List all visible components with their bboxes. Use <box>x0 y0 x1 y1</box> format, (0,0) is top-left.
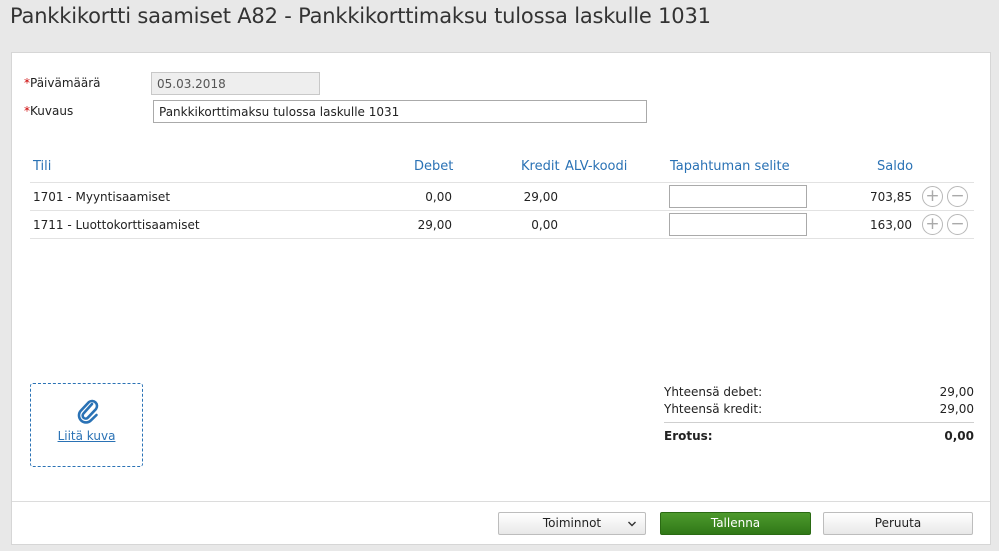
description-field[interactable] <box>153 100 647 123</box>
attach-image-dropzone[interactable]: Liitä kuva <box>30 383 143 467</box>
total-credit-label: Yhteensä kredit: <box>664 402 763 416</box>
credit-cell[interactable]: 0,00 <box>498 218 558 232</box>
remove-row-button[interactable]: − <box>947 214 968 235</box>
debit-cell[interactable]: 0,00 <box>392 190 452 204</box>
balance-cell: 703,85 <box>870 190 912 204</box>
save-button[interactable]: Tallenna <box>660 512 811 535</box>
credit-cell[interactable]: 29,00 <box>498 190 558 204</box>
action-bar: Toiminnot Tallenna Peruuta <box>12 501 990 544</box>
difference-value: 0,00 <box>944 429 974 443</box>
header-credit[interactable]: Kredit <box>521 159 560 174</box>
totals-summary: Yhteensä debet: 29,00 Yhteensä kredit: 2… <box>664 383 974 444</box>
difference-label: Erotus: <box>664 429 713 443</box>
remove-row-button[interactable]: − <box>947 186 968 207</box>
cancel-button[interactable]: Peruuta <box>823 512 973 535</box>
total-debit-label: Yhteensä debet: <box>664 385 763 399</box>
explanation-input[interactable] <box>669 213 807 236</box>
header-vat-code[interactable]: ALV-koodi <box>565 159 627 174</box>
account-cell[interactable]: 1701 - Myyntisaamiset <box>33 190 170 204</box>
paperclip-icon <box>77 399 99 424</box>
page-title: Pankkikortti saamiset A82 - Pankkikortti… <box>10 4 711 28</box>
date-field[interactable] <box>151 72 320 95</box>
grid-header: Tili Debet Kredit ALV-koodi Tapahtuman s… <box>30 147 974 183</box>
date-label-text: Päivämäärä <box>30 76 101 90</box>
description-row: *Kuvaus <box>24 100 664 123</box>
chevron-down-icon <box>628 521 636 527</box>
entries-grid: Tili Debet Kredit ALV-koodi Tapahtuman s… <box>30 147 974 239</box>
total-credit-value: 29,00 <box>939 402 974 416</box>
add-row-button[interactable]: + <box>922 214 943 235</box>
table-row: 1711 - Luottokorttisaamiset 29,00 0,00 1… <box>30 211 974 239</box>
description-label: *Kuvaus <box>24 104 73 118</box>
description-label-text: Kuvaus <box>30 104 74 118</box>
add-row-button[interactable]: + <box>922 186 943 207</box>
table-row: 1701 - Myyntisaamiset 0,00 29,00 703,85 … <box>30 183 974 211</box>
header-balance[interactable]: Saldo <box>877 159 913 174</box>
header-account[interactable]: Tili <box>33 159 51 174</box>
account-cell[interactable]: 1711 - Luottokorttisaamiset <box>33 218 200 232</box>
actions-dropdown[interactable]: Toiminnot <box>498 512 646 535</box>
date-row: *Päivämäärä <box>24 72 344 95</box>
totals-divider <box>664 422 974 423</box>
date-label: *Päivämäärä <box>24 76 101 90</box>
debit-cell[interactable]: 29,00 <box>392 218 452 232</box>
attach-image-link[interactable]: Liitä kuva <box>31 429 142 443</box>
actions-label: Toiminnot <box>542 516 602 530</box>
explanation-input[interactable] <box>669 185 807 208</box>
total-debit-value: 29,00 <box>939 385 974 399</box>
header-debit[interactable]: Debet <box>414 159 453 174</box>
balance-cell: 163,00 <box>870 218 912 232</box>
voucher-panel: *Päivämäärä *Kuvaus Tili Debet Kredit AL… <box>11 52 991 545</box>
header-explanation[interactable]: Tapahtuman selite <box>670 159 790 174</box>
